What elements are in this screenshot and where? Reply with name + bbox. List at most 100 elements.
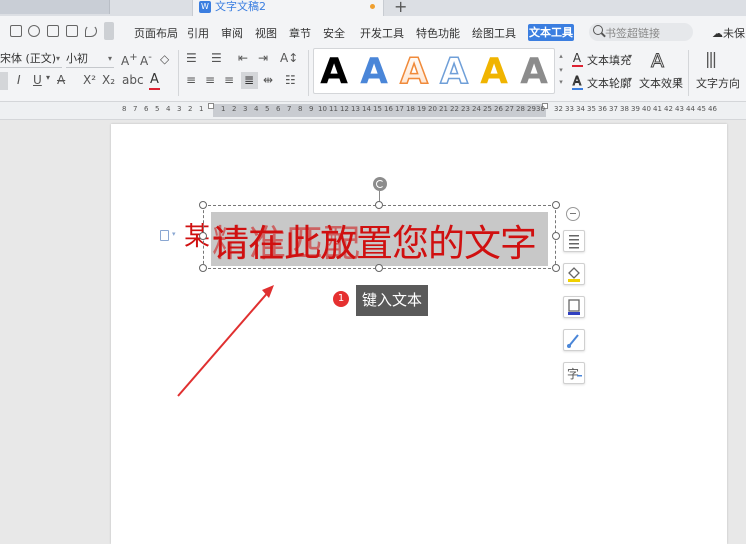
horizontal-ruler[interactable]: 8 7 6 5 4 3 2 1 1 2 3 4 5 6 7 8 9 10 11 …: [0, 102, 746, 120]
wordart-black-solid[interactable]: A: [317, 52, 351, 92]
text-direction-button[interactable]: 文字方向: [696, 75, 740, 91]
bold-button[interactable]: [0, 72, 8, 90]
subscript-icon[interactable]: X₂: [102, 73, 115, 87]
text-outline-icon[interactable]: A: [572, 75, 582, 88]
ribbon-separator: [178, 50, 179, 96]
paragraph-layout-icon[interactable]: [160, 230, 169, 241]
wordart-blue-solid[interactable]: A: [357, 52, 391, 92]
text-outline-button[interactable]: 文本轮廓: [587, 75, 631, 91]
italic-icon[interactable]: I: [17, 73, 21, 87]
underline-icon[interactable]: U: [33, 73, 42, 87]
align-right-icon[interactable]: ≡: [224, 73, 234, 87]
decrease-font-icon[interactable]: A-: [140, 52, 152, 68]
more-icon[interactable]: ▾: [556, 78, 566, 86]
wordart-blue-outline[interactable]: A: [437, 51, 471, 93]
wordart-selection-frame[interactable]: [203, 205, 556, 269]
tab-bar: W 文字文稿2 +: [0, 0, 746, 16]
wordart-style-gallery: A A A A A A: [313, 48, 555, 94]
superscript-icon[interactable]: X²: [83, 73, 96, 87]
menu-special-features[interactable]: 特色功能: [416, 25, 460, 41]
svg-text:字: 字: [567, 366, 579, 381]
resize-handle-bottom[interactable]: [375, 264, 383, 272]
brush-icon: [567, 334, 579, 348]
resize-handle-right[interactable]: [552, 232, 560, 240]
increase-indent-icon[interactable]: ⇥: [258, 51, 268, 65]
wordart-yellow-solid[interactable]: A: [477, 52, 511, 92]
paint-bucket-icon: [568, 267, 580, 282]
tab-document[interactable]: W 文字文稿2: [192, 0, 384, 16]
resize-handle-bottom-left[interactable]: [199, 264, 207, 272]
menu-drawing-tools[interactable]: 绘图工具: [472, 25, 516, 41]
menu-review[interactable]: 审阅: [221, 25, 243, 41]
ruler-tick: 5: [265, 105, 270, 113]
resize-handle-top-right[interactable]: [552, 201, 560, 209]
undo-icon[interactable]: [85, 25, 97, 37]
collapse-toolbar-icon[interactable]: [566, 207, 580, 221]
gallery-scroll[interactable]: ▴ ▾ ▾: [556, 48, 566, 94]
quick-access-more-icon[interactable]: [104, 22, 114, 40]
menu-page-layout[interactable]: 页面布局: [134, 25, 178, 41]
wordart-orange-outline[interactable]: A: [397, 51, 431, 93]
format-painter-icon[interactable]: [28, 25, 40, 37]
resize-handle-bottom-right[interactable]: [552, 264, 560, 272]
resize-handle-left[interactable]: [199, 232, 207, 240]
wordart-gray-gradient[interactable]: A: [517, 52, 551, 92]
menu-view[interactable]: 视图: [255, 25, 277, 41]
menu-chapter[interactable]: 章节: [289, 25, 311, 41]
new-tab-button[interactable]: +: [394, 0, 407, 16]
text-effect-icon[interactable]: A: [651, 50, 665, 73]
menu-security[interactable]: 安全: [323, 25, 345, 41]
chevron-down-icon[interactable]: ▾: [46, 73, 50, 82]
decrease-indent-icon[interactable]: ⇤: [238, 51, 248, 65]
shape-outline-button[interactable]: [563, 296, 585, 318]
text-effect-button[interactable]: 文本效果: [639, 75, 683, 91]
distributed-align-icon[interactable]: ⇹: [263, 73, 273, 87]
chevron-down-icon[interactable]: ▾: [556, 66, 566, 74]
ruler-tick: 3: [177, 105, 182, 113]
line-spacing-icon[interactable]: ☷: [285, 73, 296, 87]
ruler-tick: 20: [428, 105, 437, 113]
increase-font-icon[interactable]: A+: [121, 52, 138, 68]
menu-developer-tools[interactable]: 开发工具: [360, 25, 404, 41]
font-size-combo[interactable]: 小初 ▾: [66, 51, 114, 68]
text-fill-icon[interactable]: A: [572, 52, 582, 64]
phonetic-guide-icon[interactable]: abc: [122, 73, 144, 87]
text-fill-button[interactable]: 文本填充: [587, 52, 631, 68]
menu-references[interactable]: 引用: [187, 25, 209, 41]
resize-handle-top[interactable]: [375, 201, 383, 209]
numbered-list-icon[interactable]: ☰: [211, 51, 222, 65]
print-preview-icon[interactable]: [66, 25, 78, 37]
text-spacing-icon[interactable]: A↕: [280, 51, 298, 65]
ruler-left-indent-marker[interactable]: [208, 103, 214, 109]
ruler-tick: 6: [276, 105, 281, 113]
document-icon: W: [199, 1, 211, 13]
format-style-button[interactable]: [563, 329, 585, 351]
clear-format-icon[interactable]: ◇: [160, 52, 169, 66]
ruler-tick: 38: [620, 105, 629, 113]
type-text-tooltip: 键入文本: [356, 285, 428, 316]
resize-handle-top-left[interactable]: [199, 201, 207, 209]
align-left-icon[interactable]: ≡: [186, 73, 196, 87]
font-color-icon[interactable]: A: [150, 72, 159, 87]
cloud-save-status[interactable]: ☁未保: [712, 25, 745, 41]
layout-options-button[interactable]: [563, 230, 585, 252]
menu-text-tools-active[interactable]: 文本工具: [528, 24, 574, 41]
ruler-tick: 2: [188, 105, 193, 113]
chevron-down-icon[interactable]: ▾: [628, 52, 632, 61]
search-box[interactable]: 书签超链接: [589, 23, 693, 41]
rotate-handle-icon[interactable]: [373, 177, 387, 191]
bullet-list-icon[interactable]: ☰: [186, 51, 197, 65]
align-center-icon[interactable]: ≡: [205, 73, 215, 87]
chevron-down-icon[interactable]: ▾: [628, 75, 632, 84]
chevron-up-icon[interactable]: ▴: [556, 52, 566, 60]
shape-fill-button[interactable]: [563, 263, 585, 285]
strikethrough-icon[interactable]: A: [57, 73, 65, 87]
font-name-combo[interactable]: 宋体 (正文) ▾: [0, 51, 62, 68]
text-format-button[interactable]: 字: [563, 362, 585, 384]
save-icon[interactable]: [10, 25, 22, 37]
chevron-down-icon[interactable]: ▾: [678, 75, 682, 84]
text-direction-icon[interactable]: |||: [705, 49, 717, 68]
tab-home[interactable]: [0, 0, 110, 14]
print-icon[interactable]: [47, 25, 59, 37]
chevron-down-icon[interactable]: ▾: [172, 230, 176, 238]
